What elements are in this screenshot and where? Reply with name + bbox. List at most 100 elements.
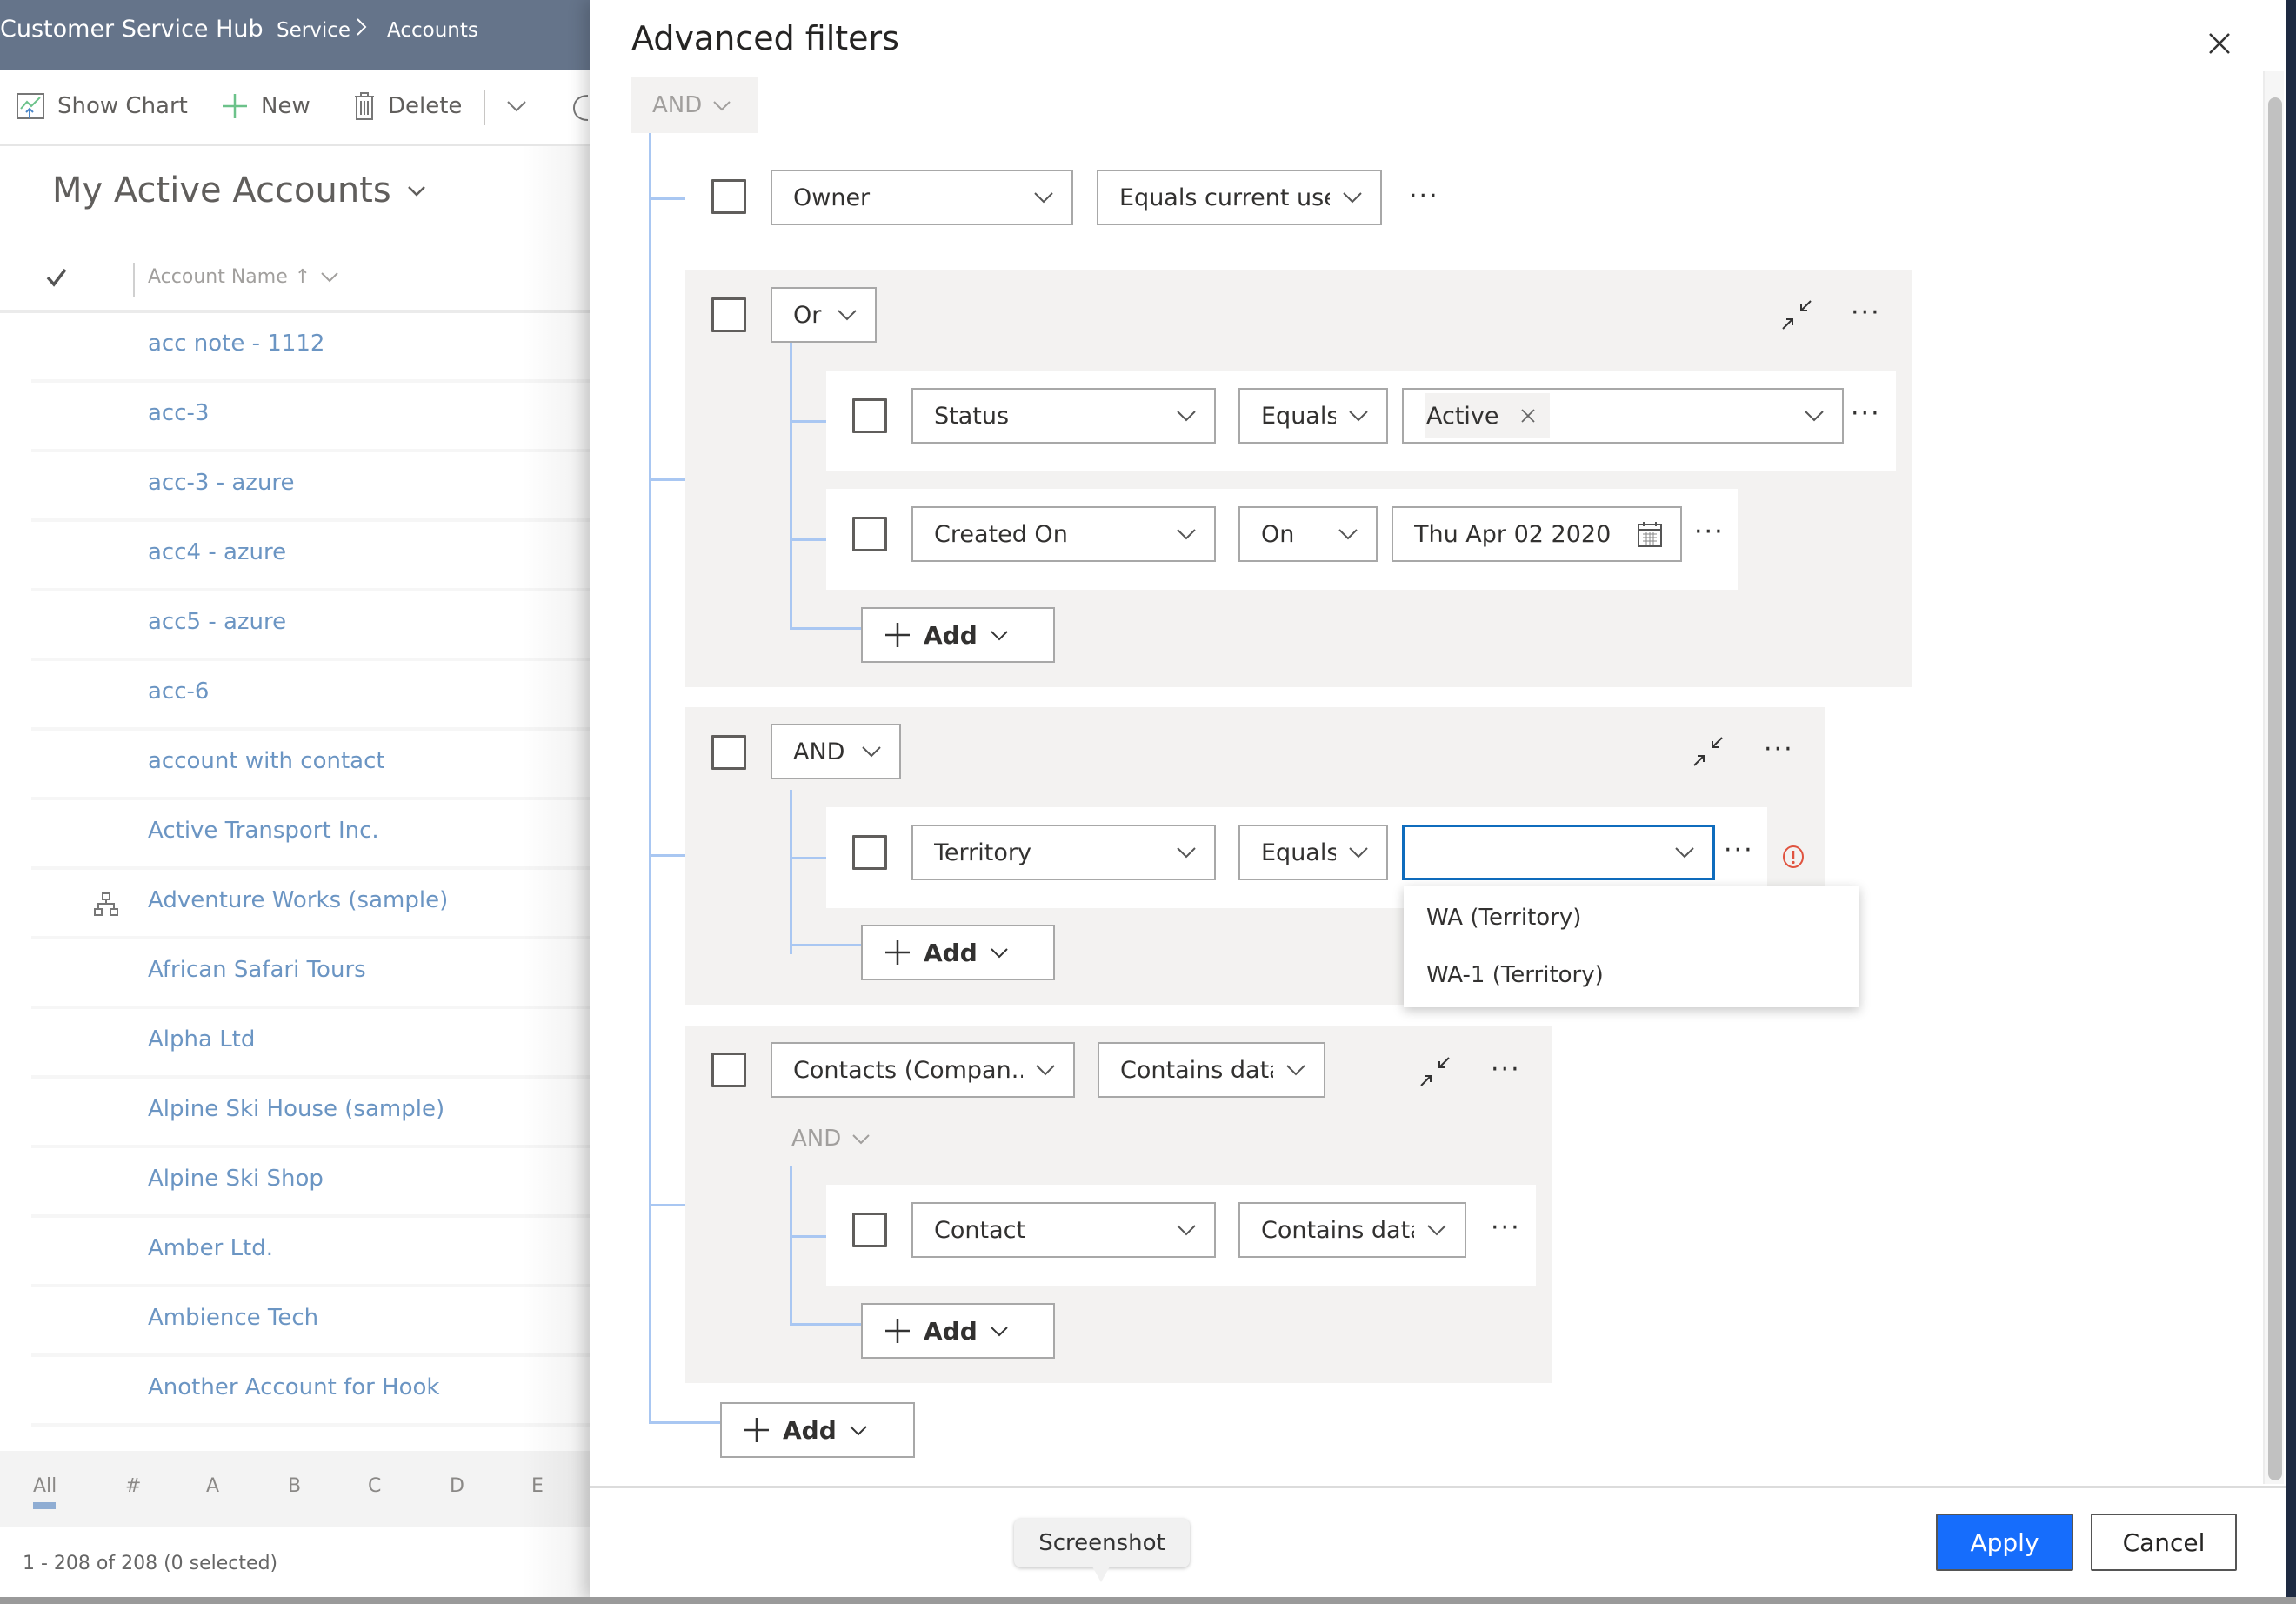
account-row[interactable]: Another Account for Hook <box>31 1357 590 1427</box>
account-row[interactable]: Adventure Works (sample) <box>31 870 590 939</box>
account-row[interactable]: acc-3 - azure <box>31 452 590 522</box>
jump-hash[interactable]: # <box>125 1475 141 1497</box>
or-group-checkbox[interactable] <box>711 297 746 332</box>
account-row[interactable]: Amber Ltd. <box>31 1218 590 1287</box>
collapse-group-icon[interactable] <box>1691 734 1725 769</box>
option-wa[interactable]: WA (Territory) <box>1426 905 1581 931</box>
jump-a[interactable]: A <box>206 1475 219 1497</box>
status-field-dropdown[interactable]: Status <box>911 388 1216 444</box>
show-chart-button[interactable]: Show Chart <box>16 89 188 124</box>
account-row[interactable]: acc-3 <box>31 383 590 452</box>
territory-row-checkbox[interactable] <box>852 835 887 870</box>
cancel-button[interactable]: Cancel <box>2091 1514 2237 1571</box>
account-row[interactable]: acc note - 1112 <box>31 313 590 383</box>
account-name-link[interactable]: acc-3 - azure <box>148 470 295 496</box>
account-row[interactable]: Alpine Ski House (sample) <box>31 1079 590 1148</box>
owner-operator-dropdown[interactable]: Equals current user <box>1097 170 1382 225</box>
account-row[interactable]: acc4 - azure <box>31 522 590 591</box>
contact-row-checkbox[interactable] <box>852 1213 887 1247</box>
jump-c[interactable]: C <box>368 1475 381 1497</box>
collapse-group-icon[interactable] <box>1779 297 1814 332</box>
created-on-field-dropdown[interactable]: Created On <box>911 506 1216 562</box>
or-group-more-icon[interactable]: ··· <box>1851 300 1881 326</box>
account-row[interactable]: African Safari Tours <box>31 939 590 1009</box>
account-name-link[interactable]: Active Transport Inc. <box>148 818 379 844</box>
account-row[interactable]: acc5 - azure <box>31 591 590 661</box>
territory-field-dropdown[interactable]: Territory <box>911 825 1216 880</box>
new-button[interactable]: New <box>221 89 310 124</box>
select-all-checkmark-icon[interactable] <box>45 266 68 292</box>
account-name-link[interactable]: Alpine Ski House (sample) <box>148 1096 444 1122</box>
and-group-checkbox[interactable] <box>711 735 746 770</box>
created-on-operator-dropdown[interactable]: On <box>1238 506 1378 562</box>
account-name-link[interactable]: acc note - 1112 <box>148 331 324 357</box>
apply-button[interactable]: Apply <box>1936 1514 2073 1571</box>
owner-field-dropdown[interactable]: Owner <box>771 170 1073 225</box>
account-name-link[interactable]: acc-3 <box>148 400 209 426</box>
account-name-link[interactable]: Another Account for Hook <box>148 1374 439 1400</box>
account-name-link[interactable]: Alpha Ltd <box>148 1026 255 1053</box>
breadcrumb-service[interactable]: Service <box>277 19 350 42</box>
account-name-link[interactable]: acc5 - azure <box>148 609 286 635</box>
contact-field-dropdown[interactable]: Contact <box>911 1202 1216 1258</box>
account-name-link[interactable]: Ambience Tech <box>148 1305 318 1331</box>
delete-button[interactable]: Delete <box>353 89 462 124</box>
contacts-field-dropdown[interactable]: Contacts (Compan... <box>771 1042 1075 1098</box>
app-title[interactable]: Customer Service Hub <box>0 16 264 43</box>
account-row[interactable]: Alpine Ski Shop <box>31 1148 590 1218</box>
remove-tag-icon[interactable] <box>1520 408 1536 424</box>
jump-all[interactable]: All <box>33 1475 57 1497</box>
account-name-link[interactable]: account with contact <box>148 748 385 774</box>
contacts-group-more-icon[interactable]: ··· <box>1491 1057 1521 1083</box>
owner-row-checkbox[interactable] <box>711 179 746 214</box>
contact-operator-dropdown[interactable]: Contains data <box>1238 1202 1466 1258</box>
account-name-link[interactable]: African Safari Tours <box>148 957 366 983</box>
breadcrumb-accounts[interactable]: Accounts <box>387 19 478 42</box>
view-selector[interactable]: My Active Accounts <box>52 170 428 211</box>
territory-value-dropdown[interactable] <box>1402 825 1715 880</box>
screenshot-tooltip: Screenshot <box>1014 1519 1190 1567</box>
collapse-group-icon[interactable] <box>1418 1054 1452 1089</box>
or-group-logic-dropdown[interactable]: Or <box>771 287 877 343</box>
account-name-link[interactable]: Alpine Ski Shop <box>148 1166 324 1192</box>
account-name-link[interactable]: Amber Ltd. <box>148 1235 273 1261</box>
and-group-logic-dropdown[interactable]: AND <box>771 724 901 779</box>
account-row[interactable]: Ambience Tech <box>31 1287 590 1357</box>
scrollbar-thumb[interactable] <box>2268 97 2282 1480</box>
contacts-operator-dropdown[interactable]: Contains data <box>1098 1042 1325 1098</box>
hierarchy-icon[interactable] <box>94 892 118 920</box>
root-add-button[interactable]: Add <box>720 1402 915 1458</box>
owner-row-more-icon[interactable]: ··· <box>1409 184 1439 210</box>
account-row[interactable]: account with contact <box>31 731 590 800</box>
account-row[interactable]: Active Transport Inc. <box>31 800 590 870</box>
contact-row-more-icon[interactable]: ··· <box>1491 1215 1521 1241</box>
account-name-link[interactable]: acc-6 <box>148 678 209 705</box>
territory-row-more-icon[interactable]: ··· <box>1724 838 1754 864</box>
status-row-checkbox[interactable] <box>852 398 887 433</box>
jump-b[interactable]: B <box>288 1475 301 1497</box>
created-on-row-more-icon[interactable]: ··· <box>1694 519 1725 545</box>
account-name-link[interactable]: Adventure Works (sample) <box>148 887 448 913</box>
window-bottom-edge <box>0 1597 2296 1604</box>
and-group-add-button[interactable]: Add <box>861 925 1055 980</box>
status-value-dropdown[interactable]: Active <box>1402 388 1844 444</box>
territory-operator-dropdown[interactable]: Equals <box>1238 825 1388 880</box>
account-row[interactable]: acc-6 <box>31 661 590 731</box>
calendar-icon[interactable] <box>1637 520 1663 548</box>
created-on-date-input[interactable]: Thu Apr 02 2020 <box>1392 506 1682 562</box>
refresh-icon[interactable] <box>571 90 590 129</box>
status-row-more-icon[interactable]: ··· <box>1851 401 1881 427</box>
contacts-group-add-button[interactable]: Add <box>861 1303 1055 1359</box>
account-row[interactable]: Alpha Ltd <box>31 1009 590 1079</box>
or-group-add-button[interactable]: Add <box>861 607 1055 663</box>
more-commands-chevron-icon[interactable] <box>504 94 529 122</box>
contacts-group-checkbox[interactable] <box>711 1053 746 1087</box>
option-wa-1[interactable]: WA-1 (Territory) <box>1426 962 1604 988</box>
and-group-more-icon[interactable]: ··· <box>1764 737 1794 763</box>
column-header-account-name[interactable]: Account Name ↑ <box>148 266 340 288</box>
close-button[interactable] <box>2202 26 2237 61</box>
status-operator-dropdown[interactable]: Equals <box>1238 388 1388 444</box>
jump-d[interactable]: D <box>450 1475 464 1497</box>
created-on-row-checkbox[interactable] <box>852 517 887 551</box>
account-name-link[interactable]: acc4 - azure <box>148 539 286 565</box>
